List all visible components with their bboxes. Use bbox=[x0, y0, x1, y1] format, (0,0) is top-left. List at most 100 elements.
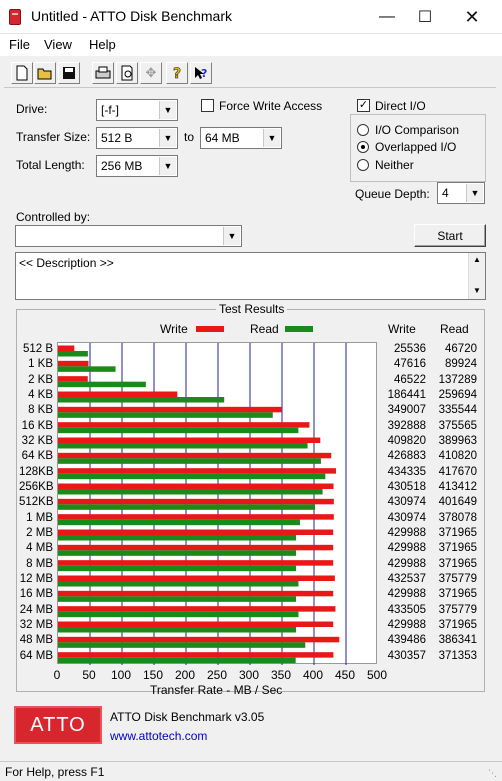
read-value: 371965 bbox=[438, 542, 477, 555]
write-value: 432537 bbox=[387, 573, 426, 585]
total-length-select[interactable]: 256 MB ▼ bbox=[96, 155, 178, 177]
start-button[interactable]: Start bbox=[414, 224, 486, 247]
force-write-checkbox[interactable] bbox=[201, 99, 214, 112]
category-label: 512KB bbox=[19, 496, 54, 509]
read-value: 46720 bbox=[445, 343, 477, 355]
read-column-header: Read bbox=[440, 322, 469, 336]
write-value: 429988 bbox=[387, 588, 426, 601]
write-bar bbox=[58, 360, 89, 367]
maximize-button[interactable]: ☐ bbox=[402, 0, 448, 34]
x-tick-label: 250 bbox=[206, 668, 228, 682]
menu-help[interactable]: Help bbox=[89, 37, 116, 52]
write-value: 429988 bbox=[387, 557, 426, 570]
transfer-from-value: 512 B bbox=[101, 131, 133, 145]
direct-io-label: Direct I/O bbox=[375, 99, 429, 113]
drive-label: Drive: bbox=[16, 102, 48, 116]
start-button-label: Start bbox=[437, 228, 463, 243]
overlapped-io-radio[interactable] bbox=[357, 141, 369, 153]
queue-depth-select[interactable]: 4 ▼ bbox=[437, 182, 485, 204]
x-tick-label: 450 bbox=[334, 668, 356, 682]
drive-select[interactable]: [-f-] ▼ bbox=[96, 99, 178, 121]
write-value: 434335 bbox=[387, 465, 426, 478]
category-label: 4 KB bbox=[28, 389, 53, 401]
category-label: 12 MB bbox=[19, 573, 53, 585]
chevron-down-icon: ▼ bbox=[159, 157, 176, 175]
read-value: 417670 bbox=[438, 465, 477, 478]
read-bar bbox=[58, 535, 297, 541]
open-folder-icon[interactable] bbox=[34, 62, 56, 84]
x-tick-label: 300 bbox=[238, 668, 260, 682]
scroll-up-icon: ▲ bbox=[473, 255, 481, 264]
write-value: 426883 bbox=[387, 450, 426, 463]
context-help-icon[interactable]: ? bbox=[190, 62, 212, 84]
io-comparison-radio[interactable] bbox=[357, 124, 369, 136]
category-label: 32 KB bbox=[21, 435, 53, 447]
read-value: 89924 bbox=[445, 358, 477, 371]
save-icon[interactable] bbox=[58, 62, 80, 84]
category-label: 1 MB bbox=[26, 511, 53, 524]
category-label: 4 MB bbox=[26, 542, 53, 555]
menu-view[interactable]: View bbox=[44, 37, 72, 52]
queue-depth-label: Queue Depth: bbox=[355, 187, 430, 201]
read-value: 413412 bbox=[438, 481, 477, 493]
neither-radio[interactable] bbox=[357, 159, 369, 171]
read-value: 335544 bbox=[438, 404, 477, 417]
read-value: 371965 bbox=[438, 557, 477, 570]
transfer-from-select[interactable]: 512 B ▼ bbox=[96, 127, 178, 149]
write-bar bbox=[58, 345, 75, 351]
chevron-down-icon: ▼ bbox=[159, 129, 176, 147]
write-value: 430974 bbox=[387, 496, 426, 509]
chevron-down-icon: ▼ bbox=[223, 227, 240, 245]
write-bar bbox=[58, 452, 332, 459]
menu-file[interactable]: File bbox=[9, 37, 30, 52]
write-bar bbox=[58, 422, 310, 428]
read-value: 375779 bbox=[438, 603, 477, 616]
controlled-by-select[interactable]: ▼ bbox=[15, 225, 242, 247]
category-label: 8 KB bbox=[28, 404, 53, 417]
read-value: 401649 bbox=[438, 496, 477, 509]
write-value: 186441 bbox=[387, 389, 426, 401]
x-tick-label: 400 bbox=[302, 668, 324, 682]
window-title: Untitled - ATTO Disk Benchmark bbox=[31, 8, 232, 24]
close-button[interactable]: ✕ bbox=[449, 0, 495, 34]
read-bar bbox=[58, 519, 300, 526]
new-file-icon[interactable] bbox=[11, 62, 33, 84]
direct-io-checkbox[interactable]: ✓ bbox=[357, 99, 370, 112]
write-value: 46522 bbox=[394, 373, 426, 386]
write-bar bbox=[58, 544, 334, 551]
transfer-to-select[interactable]: 64 MB ▼ bbox=[200, 127, 282, 149]
total-length-value: 256 MB bbox=[101, 159, 143, 173]
write-value: 47616 bbox=[394, 358, 426, 371]
write-bar bbox=[58, 468, 336, 474]
read-bar bbox=[58, 381, 146, 388]
to-label: to bbox=[184, 130, 195, 144]
results-chart bbox=[57, 342, 377, 665]
description-field[interactable]: << Description >> ▲ ▼ bbox=[15, 252, 486, 300]
resize-grip-icon[interactable]: ⋱ bbox=[488, 768, 498, 778]
read-value: 389963 bbox=[438, 435, 477, 447]
print-icon[interactable] bbox=[92, 62, 114, 84]
write-value: 25536 bbox=[394, 343, 426, 355]
write-bar bbox=[58, 483, 334, 489]
category-label: 16 MB bbox=[19, 588, 53, 601]
write-value: 430974 bbox=[387, 511, 426, 524]
write-value: 429988 bbox=[387, 527, 426, 539]
write-value: 433505 bbox=[387, 603, 426, 616]
atto-logo: ATTO bbox=[14, 706, 102, 744]
read-value: 375565 bbox=[438, 419, 477, 432]
read-value: 375779 bbox=[438, 573, 477, 585]
controlled-by-label: Controlled by: bbox=[16, 210, 91, 224]
description-scrollbar[interactable]: ▲ ▼ bbox=[468, 253, 485, 299]
move-icon[interactable]: ✥ bbox=[140, 62, 162, 84]
read-bar bbox=[58, 657, 296, 664]
write-value: 349007 bbox=[387, 404, 426, 417]
write-bar bbox=[58, 529, 334, 535]
website-link[interactable]: www.attotech.com bbox=[110, 729, 207, 743]
print-preview-icon[interactable] bbox=[116, 62, 138, 84]
category-label: 48 MB bbox=[19, 634, 53, 647]
read-bar bbox=[58, 412, 273, 418]
help-icon[interactable]: ? bbox=[166, 62, 188, 84]
results-title: Test Results bbox=[216, 302, 288, 316]
write-value: 430357 bbox=[387, 649, 426, 662]
x-tick-label: 100 bbox=[110, 668, 132, 682]
